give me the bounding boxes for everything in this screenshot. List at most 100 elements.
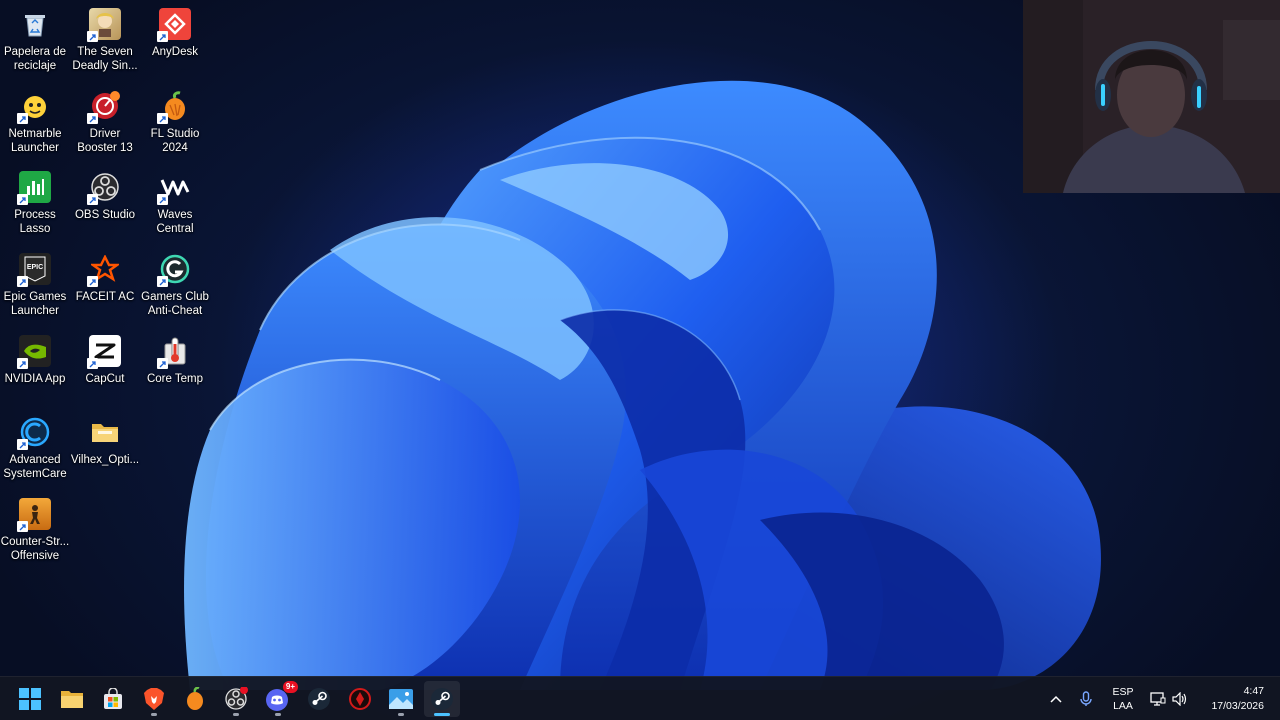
desktop-icon-label: The Seven Deadly Sin... — [72, 46, 138, 72]
anydesk-icon — [157, 8, 191, 42]
taskbar-file-explorer[interactable] — [54, 681, 90, 717]
windows-start-icon — [19, 688, 41, 710]
desktop-icon-label: Vilhex_Opti... — [70, 454, 140, 466]
running-indicator — [398, 713, 404, 716]
advanced-systemcare-icon — [17, 416, 51, 450]
shortcut-arrow-icon — [157, 194, 168, 205]
shortcut-arrow-icon — [17, 113, 28, 124]
desktop-icon-obs-studio[interactable]: OBS Studio — [70, 167, 140, 247]
shortcut-arrow-icon — [157, 113, 168, 124]
taskbar-discord[interactable]: 9+ — [260, 681, 298, 717]
shortcut-arrow-icon — [87, 31, 98, 42]
fl-studio-icon — [157, 90, 191, 124]
microphone-icon — [1080, 691, 1092, 706]
desktop-icon-capcut[interactable]: CapCut — [70, 331, 140, 411]
running-indicator — [275, 713, 281, 716]
desktop-icon-label: OBS Studio — [74, 209, 136, 221]
folder-icon — [89, 416, 121, 448]
desktop-icon-label: Advanced SystemCare — [3, 454, 67, 480]
taskbar-microsoft-store[interactable] — [95, 681, 131, 717]
netmarble-icon — [17, 90, 51, 124]
show-hidden-icons-button[interactable] — [1040, 681, 1072, 717]
taskbar-steam-active[interactable] — [424, 681, 460, 717]
webcam-feed-image — [1023, 0, 1280, 193]
desktop-icon-waves-central[interactable]: Waves Central — [140, 167, 210, 247]
input-language-indicator[interactable]: ESP LAA — [1106, 685, 1140, 715]
taskbar-steam[interactable] — [301, 681, 337, 717]
driver-booster-icon — [87, 90, 121, 124]
taskbar-photos[interactable] — [383, 681, 419, 717]
desktop-icon-fl-studio[interactable]: FL Studio 2024 — [140, 86, 210, 166]
steam-icon — [308, 688, 330, 710]
clock[interactable]: 4:47 17/03/2026 — [1196, 684, 1270, 714]
running-indicator — [434, 713, 450, 716]
steam-icon — [431, 688, 453, 710]
taskbar-red-app[interactable] — [342, 681, 378, 717]
game-icon — [87, 8, 121, 42]
desktop[interactable]: Papelera de reciclaje The Seven Deadly S… — [0, 0, 1280, 720]
desktop-icon-faceit-ac[interactable]: FACEIT AC — [70, 249, 140, 329]
counter-strike-icon — [17, 498, 51, 532]
shortcut-arrow-icon — [87, 113, 98, 124]
svg-text:EPIC: EPIC — [27, 264, 43, 271]
shortcut-arrow-icon — [17, 439, 28, 450]
desktop-icon-label: Process Lasso — [14, 209, 56, 235]
desktop-icon-label: FL Studio 2024 — [150, 128, 200, 154]
shortcut-arrow-icon — [17, 194, 28, 205]
shortcut-arrow-icon — [87, 358, 98, 369]
process-lasso-icon — [17, 171, 51, 205]
desktop-icon-label: CapCut — [85, 373, 125, 385]
microsoft-store-icon — [104, 688, 122, 709]
photos-icon — [389, 689, 413, 709]
notification-badge: 9+ — [282, 681, 298, 693]
desktop-icon-gamers-club[interactable]: Gamers Club Anti-Cheat — [140, 249, 210, 329]
desktop-icon-label: NVIDIA App — [4, 373, 66, 385]
shortcut-arrow-icon — [17, 276, 28, 287]
desktop-icon-vilhex-folder[interactable]: Vilhex_Opti... — [70, 412, 140, 492]
waves-icon — [157, 171, 191, 205]
running-indicator — [151, 713, 157, 716]
volume-button[interactable] — [1169, 681, 1191, 717]
start-button[interactable] — [12, 681, 48, 717]
desktop-icon-label: Netmarble Launcher — [8, 128, 62, 154]
taskbar-obs[interactable] — [218, 681, 254, 717]
desktop-icon-process-lasso[interactable]: Process Lasso — [0, 167, 70, 247]
desktop-icon-label: Counter-Str... Offensive — [0, 536, 70, 562]
shortcut-arrow-icon — [87, 276, 98, 287]
file-explorer-icon — [61, 691, 83, 708]
desktop-icon-advanced-systemcare[interactable]: Advanced SystemCare — [0, 412, 70, 492]
desktop-icon-anydesk[interactable]: AnyDesk — [140, 4, 210, 84]
brave-browser-icon — [144, 688, 164, 710]
app-red-icon — [349, 688, 371, 710]
obs-icon — [225, 687, 248, 710]
shortcut-arrow-icon — [157, 276, 168, 287]
network-icon — [1150, 692, 1166, 706]
taskbar: 9+ ESP LAA 4:47 17/03/2026 — [0, 676, 1280, 720]
taskbar-brave[interactable] — [136, 681, 172, 717]
obs-icon — [87, 171, 121, 205]
keyboard-layout: LAA — [1113, 700, 1133, 712]
shortcut-arrow-icon — [17, 521, 28, 532]
language-code: ESP — [1112, 686, 1134, 698]
desktop-icon-label: Waves Central — [156, 209, 194, 235]
microphone-button[interactable] — [1071, 681, 1101, 717]
gamers-club-icon — [157, 253, 191, 287]
shortcut-arrow-icon — [17, 358, 28, 369]
desktop-icon-recycle-bin[interactable]: Papelera de reciclaje — [0, 4, 70, 84]
desktop-icon-label: Gamers Club Anti-Cheat — [141, 291, 209, 317]
desktop-icon-driver-booster[interactable]: Driver Booster 13 — [70, 86, 140, 166]
fl-studio-icon — [187, 687, 203, 710]
desktop-icon-seven-deadly-sins[interactable]: The Seven Deadly Sin... — [70, 4, 140, 84]
desktop-icon-counter-strike[interactable]: Counter-Str... Offensive — [0, 494, 70, 574]
desktop-icon-label: Papelera de reciclaje — [3, 46, 67, 72]
running-indicator — [233, 713, 239, 716]
taskbar-fl-studio[interactable] — [177, 681, 213, 717]
desktop-icon-core-temp[interactable]: Core Temp — [140, 331, 210, 411]
desktop-icon-nvidia-app[interactable]: NVIDIA App — [0, 331, 70, 411]
network-button[interactable] — [1147, 681, 1169, 717]
desktop-icon-netmarble[interactable]: Netmarble Launcher — [0, 86, 70, 166]
faceit-icon — [87, 253, 121, 287]
desktop-icon-epic-games[interactable]: EPIC Epic Games Launcher — [0, 249, 70, 329]
capcut-icon — [87, 335, 121, 369]
clock-date: 17/03/2026 — [1211, 700, 1264, 712]
